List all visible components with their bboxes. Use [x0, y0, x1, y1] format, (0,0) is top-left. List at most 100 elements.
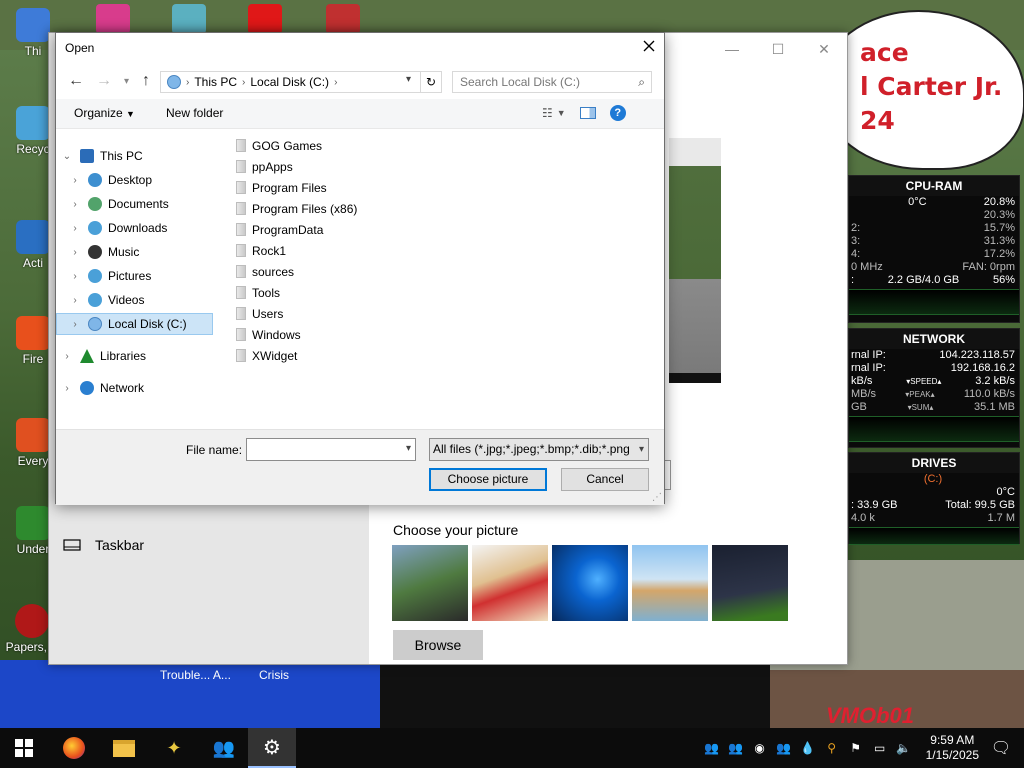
organize-label: Organize	[74, 106, 123, 120]
file-row[interactable]: ppApps	[236, 156, 656, 177]
taskbar-settings[interactable]: ⚙	[248, 728, 296, 768]
magnifier-icon[interactable]: ⚲	[823, 739, 841, 757]
dialog-close-button[interactable]	[634, 33, 664, 63]
tree-item-label: Documents	[108, 197, 169, 211]
minimize-button[interactable]: —	[709, 33, 755, 65]
drive-io: 4.0 k	[851, 512, 875, 524]
file-name-input[interactable]: ▾	[246, 438, 416, 461]
volume-icon[interactable]: 🔈	[895, 739, 913, 757]
file-row[interactable]: ProgramData	[236, 219, 656, 240]
picture-thumbnail[interactable]	[472, 545, 548, 621]
organize-button[interactable]: Organize ▼	[74, 106, 135, 120]
help-icon[interactable]: ?	[609, 105, 626, 121]
breadcrumb-chevron-icon[interactable]: ›	[186, 77, 189, 88]
choose-picture-button[interactable]: Choose picture	[429, 468, 547, 491]
people-sync-icon[interactable]: 👥	[703, 739, 721, 757]
chevron-right-icon[interactable]: ›	[60, 351, 74, 362]
taskbar-wand-app[interactable]: ✦	[150, 728, 198, 768]
search-input[interactable]: Search Local Disk (C:) ⌕	[452, 71, 652, 93]
file-row[interactable]: GOG Games	[236, 135, 656, 156]
network-icon[interactable]: ▭	[871, 739, 889, 757]
pictures-folder-icon	[88, 269, 102, 283]
breadcrumb-local-disk[interactable]: Local Disk (C:)	[250, 75, 329, 89]
tree-item-local-disk[interactable]: › Local Disk (C:)	[56, 313, 213, 335]
chevron-right-icon[interactable]: ›	[60, 383, 74, 394]
refresh-button[interactable]: ↻	[420, 71, 442, 93]
maximize-button[interactable]: ☐	[755, 33, 801, 65]
file-row[interactable]: Tools	[236, 282, 656, 303]
breadcrumb-this-pc[interactable]: This PC	[194, 75, 237, 89]
cancel-button[interactable]: Cancel	[561, 468, 649, 491]
view-dropdown-icon[interactable]: ▼	[557, 108, 566, 118]
file-row[interactable]: XWidget	[236, 345, 656, 366]
preview-pane-icon[interactable]	[579, 107, 596, 119]
new-folder-button[interactable]: New folder	[166, 106, 223, 120]
picture-thumbnail[interactable]	[632, 545, 708, 621]
file-row[interactable]: Rock1	[236, 240, 656, 261]
desktop-label-crisis[interactable]: Crisis	[259, 668, 289, 682]
chevron-right-icon[interactable]: ›	[68, 223, 82, 234]
file-name: XWidget	[252, 348, 298, 363]
chevron-right-icon[interactable]: ›	[68, 199, 82, 210]
tree-item-videos[interactable]: › Videos	[68, 289, 144, 311]
taskbar-firefox[interactable]	[50, 728, 98, 768]
flag-icon[interactable]: ⚑	[847, 739, 865, 757]
picture-thumbnail[interactable]	[552, 545, 628, 621]
chevron-down-icon[interactable]: ⌄	[60, 151, 74, 162]
people-sync-icon[interactable]: 👥	[727, 739, 745, 757]
people-sync-icon[interactable]: 👥	[775, 739, 793, 757]
tree-item-pictures[interactable]: › Pictures	[68, 265, 151, 287]
top-app-icon[interactable]	[172, 4, 206, 34]
view-mode-icon[interactable]: ☷	[542, 106, 553, 120]
up-arrow-icon[interactable]: ↑	[142, 72, 150, 90]
chevron-right-icon[interactable]: ›	[68, 295, 82, 306]
chevron-right-icon[interactable]: ›	[68, 175, 82, 186]
notifications-icon[interactable]: 🗨	[991, 739, 1011, 757]
file-type-select[interactable]: All files (*.jpg;*.jpeg;*.bmp;*.dib;*.pn…	[429, 438, 649, 461]
tree-item-libraries[interactable]: › Libraries	[60, 345, 146, 367]
breadcrumb-chevron-icon[interactable]: ›	[334, 77, 337, 88]
file-row[interactable]: sources	[236, 261, 656, 282]
picture-thumbnail[interactable]	[712, 545, 788, 621]
close-button[interactable]: ✕	[801, 33, 847, 65]
chevron-right-icon[interactable]: ›	[68, 271, 82, 282]
cpu-total: 20.8%	[983, 196, 1015, 208]
file-row[interactable]: Windows	[236, 324, 656, 345]
resize-grip-icon[interactable]: ⋰	[652, 492, 662, 503]
droplet-icon[interactable]: 💧	[799, 739, 817, 757]
tree-item-music[interactable]: › Music	[68, 241, 139, 263]
top-app-icon[interactable]	[326, 4, 360, 34]
tree-item-this-pc[interactable]: ⌄ This PC	[60, 145, 143, 167]
picture-thumbnail[interactable]	[392, 545, 468, 621]
chevron-down-icon[interactable]: ▾	[406, 443, 411, 454]
chevron-right-icon[interactable]: ›	[68, 247, 82, 258]
start-button[interactable]	[0, 728, 48, 768]
mcdonalds-icon[interactable]	[248, 4, 282, 34]
address-bar[interactable]: › This PC › Local Disk (C:) › ▾	[160, 71, 442, 93]
network-widget: NETWORK rnal IP: 104.223.118.57 rnal IP: 1…	[848, 328, 1020, 448]
forward-arrow-icon[interactable]: →	[96, 72, 112, 90]
tree-item-desktop[interactable]: › Desktop	[68, 169, 152, 191]
file-row[interactable]: Program Files	[236, 177, 656, 198]
top-app-icon[interactable]	[96, 4, 130, 34]
breadcrumb-chevron-icon[interactable]: ›	[242, 77, 245, 88]
file-row[interactable]: Program Files (x86)	[236, 198, 656, 219]
browse-button[interactable]: Browse	[393, 630, 483, 660]
chevron-right-icon[interactable]: ›	[68, 319, 82, 330]
tree-item-documents[interactable]: › Documents	[68, 193, 169, 215]
drive-icon	[88, 317, 102, 331]
desktop-label-trouble[interactable]: Trouble... A...	[160, 668, 231, 682]
settings-nav-taskbar[interactable]: Taskbar	[63, 537, 144, 553]
tree-item-downloads[interactable]: › Downloads	[68, 217, 167, 239]
taskbar-file-explorer[interactable]	[100, 728, 148, 768]
taskbar-people-app[interactable]: 👥	[200, 728, 248, 768]
recent-locations-chevron-icon[interactable]: ▾	[124, 76, 129, 87]
file-name: GOG Games	[252, 138, 323, 153]
discord-icon[interactable]: ◉	[751, 739, 769, 757]
tree-item-network[interactable]: › Network	[60, 377, 144, 399]
back-arrow-icon[interactable]: ←	[68, 72, 84, 90]
clock[interactable]: 9:59 AM 1/15/2025	[926, 733, 979, 763]
address-dropdown-icon[interactable]: ▾	[406, 74, 411, 85]
file-row[interactable]: Users	[236, 303, 656, 324]
file-name: sources	[252, 264, 295, 279]
